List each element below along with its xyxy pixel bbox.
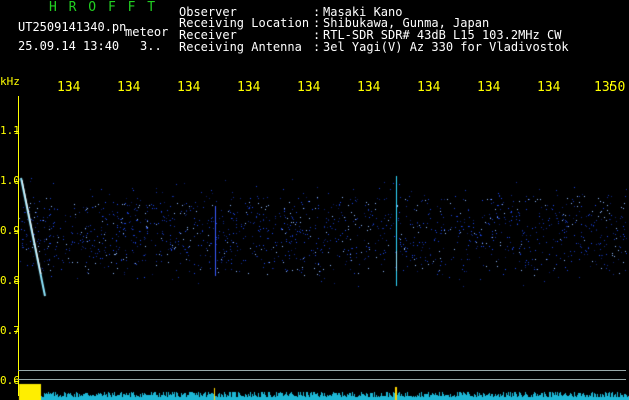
info-value: 3el Yagi(V) Az 330 for Vladivostok [323,40,569,54]
x-tick-label: 134 [357,80,381,95]
x-tick-label: 134 [57,80,81,95]
x-tick-label: 134 [177,80,201,95]
datetime: 25.09.14 13:40 [18,39,120,53]
index-indicator: 3.. [140,39,162,53]
x-tick-label: 134 [537,80,561,95]
spectrum-strip [0,380,629,400]
x-tick-mark [310,84,311,90]
x-tick-label: 134 [117,80,141,95]
x-tick-mark [190,84,191,90]
x-tick-mark [70,84,71,90]
event-type: meteor [125,25,169,39]
waterfall-canvas [19,96,627,370]
baseline-upper [18,370,626,371]
x-tick-mark [550,84,551,90]
x-tick-mark [430,84,431,90]
x-tick-mark [610,84,611,90]
x-tick-label: 134 [477,80,501,95]
x-tick-label: 134 [297,80,321,95]
x-axis-ticks: 134 134 134 134 134 134 134 134 134 1350 [0,78,629,98]
filename: UT2509141340.pn [18,20,127,34]
waterfall-plot-area [18,96,627,396]
info-label: Receiving Antenna [179,40,302,54]
x-tick-label: 134 [237,80,261,95]
hrofft-title: H R O F F T [49,0,158,15]
info-row-antenna: Receiving Antenna:3el Yagi(V) Az 330 for… [179,40,569,54]
x-tick-mark [250,84,251,90]
x-tick-label: 134 [417,80,441,95]
x-tick-mark [130,84,131,90]
header: H R O F F T UT2509141340.pn meteor 25.09… [0,0,629,72]
x-tick-mark [490,84,491,90]
x-tick-mark [370,84,371,90]
